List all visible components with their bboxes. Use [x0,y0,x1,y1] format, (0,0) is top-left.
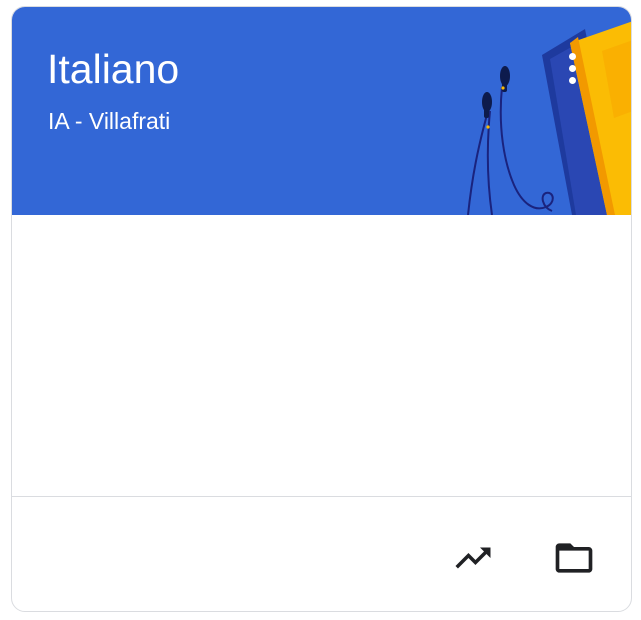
class-title[interactable]: Italiano [47,45,179,93]
class-card[interactable]: Italiano IA - Villafrati [11,6,632,612]
earphone-cable-left [467,110,489,215]
trending-up-icon [455,547,491,569]
progress-button[interactable] [449,534,497,582]
class-card-footer [12,497,631,611]
earphone-cable-right [499,86,554,212]
class-card-header[interactable]: Italiano IA - Villafrati [12,7,631,215]
class-folder-button[interactable] [550,534,598,582]
more-options-button[interactable] [564,51,580,91]
class-section: IA - Villafrati [48,108,171,134]
folder-icon [555,543,593,573]
more-vert-icon [569,53,576,60]
headphones-book-illustration [467,21,631,215]
class-card-body [12,215,631,496]
